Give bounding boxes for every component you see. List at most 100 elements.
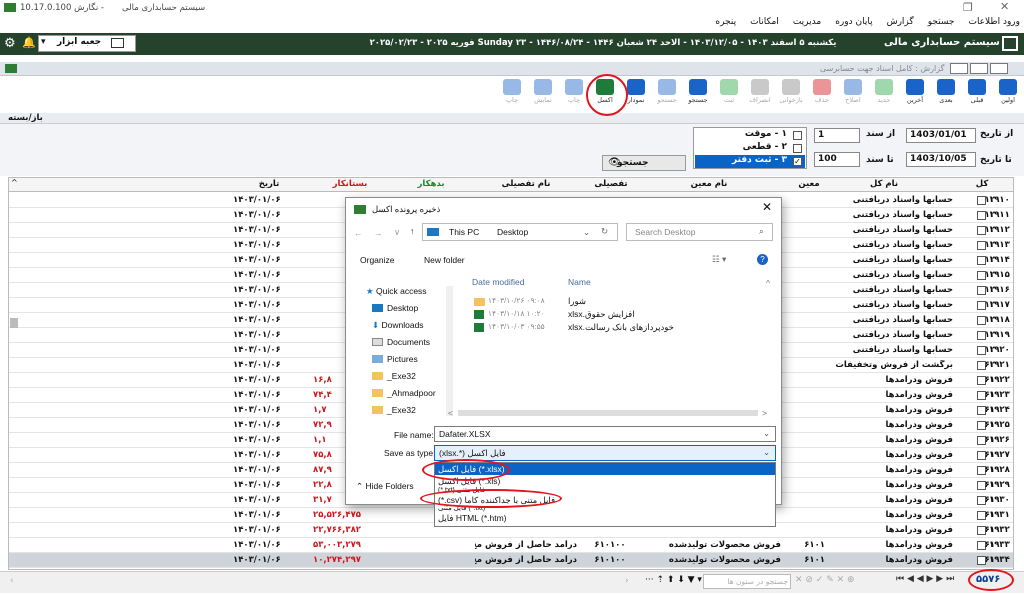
back-icon[interactable]: ← [354, 228, 363, 238]
close-icon[interactable]: ✕ [1000, 0, 1009, 13]
scroll-right-icon[interactable]: › [625, 576, 629, 586]
header-nam-kol[interactable]: نام کل [829, 179, 939, 189]
h-scroll-right-icon[interactable]: > [762, 408, 767, 418]
checkbox-checked[interactable]: ✓ [793, 157, 802, 166]
scrollbar-thumb[interactable] [10, 318, 18, 328]
help-icon[interactable]: ? [757, 254, 768, 265]
nav-folder[interactable]: _Exe32 [372, 371, 416, 381]
toolbar-button[interactable]: قبلی [962, 78, 992, 110]
minimize-doc-icon[interactable] [950, 63, 968, 74]
dialog-search-box[interactable]: Search Desktop ⌕ [626, 223, 773, 241]
hide-folders-button[interactable]: ⌃ Hide Folders [356, 481, 414, 492]
notification-icon[interactable]: 🔔 [22, 36, 36, 49]
organize-button[interactable]: Organize [360, 255, 395, 265]
header-tafsili[interactable]: تفصیلی [581, 179, 641, 189]
settings-icon[interactable]: ⚙ [4, 36, 16, 51]
header-nam-moein[interactable]: نام معین [639, 179, 779, 189]
section-bar[interactable]: باز/بسته [0, 113, 1024, 124]
toolbar-button[interactable]: بعدی [931, 78, 961, 110]
filename-input[interactable]: Dafater.XLSX ⌄ [434, 426, 776, 442]
table-row[interactable]: ۱۹۳۳ ۶۱ فروش ودرآمدها ۶۱۰۱ فروش محصولات تولی… [9, 538, 1013, 553]
nav-downloads[interactable]: ⬇ Downloads [372, 320, 424, 331]
path-pc[interactable]: This PC [449, 227, 479, 237]
grid-menu-icon[interactable] [1002, 36, 1018, 51]
nav-arrows-icon[interactable]: ··· ⇡ ⬆ ⬇ ▼ ▾ [645, 575, 702, 585]
path-desktop[interactable]: Desktop [497, 227, 528, 237]
list-scroll-up-icon[interactable]: ^ [766, 278, 770, 288]
menu-item[interactable]: ورود اطلاعات [968, 17, 1020, 27]
menu-item[interactable]: گزارش [887, 17, 914, 27]
dialog-search-input[interactable]: Search Desktop [635, 227, 695, 237]
nav-folder[interactable]: _Ahmadpoor [372, 388, 436, 398]
from-date-input[interactable]: 1403/01/01 [906, 128, 976, 143]
column-name[interactable]: Name [568, 277, 591, 287]
file-item[interactable]: ۱۴۰۳/۱۰/۱۸ ۱۰:۲۰ افزایش حقوق.xlsx [468, 309, 768, 321]
nav-quick-access[interactable]: ★ Quick access [366, 286, 427, 297]
status-list[interactable]: ۱ - موقت ۲ - قطعی ۳ - ثبت دفتر ✓ [693, 127, 807, 169]
dialog-close-icon[interactable]: ✕ [762, 200, 772, 214]
menu-item[interactable]: امکانات [750, 17, 779, 27]
restore-icon[interactable]: ❐ [963, 1, 973, 14]
view-options-icon[interactable]: ☷ ▾ [712, 254, 726, 265]
section-toggle[interactable]: باز/بسته [8, 113, 43, 123]
menu-item[interactable]: پایان دوره [835, 17, 872, 27]
restore-doc-icon[interactable] [970, 63, 988, 74]
scroll-left-icon[interactable]: ‹ [10, 576, 14, 586]
grid-action-icons[interactable]: ✕ ⊘ ✓ ✎ ✕ ⊕ [795, 575, 855, 585]
header-credit[interactable]: بستانکار [309, 179, 391, 189]
toolbar-button[interactable]: اصلاح [838, 78, 868, 110]
nav-scrollbar[interactable] [446, 286, 453, 416]
toolbox-button[interactable]: ▾ جعبه ابزار [38, 35, 136, 52]
file-item[interactable]: ۱۴۰۳/۱۰/۰۳ ۰۹:۵۵ خودپردازهای بانک رسالت.x… [468, 322, 768, 334]
path-dropdown-icon[interactable]: ⌄ [583, 227, 590, 238]
menu-item[interactable]: جستجو [928, 17, 955, 27]
search-button[interactable]: 👁 جستجو [602, 155, 686, 171]
savetype-dropdown-icon[interactable]: ⌄ [763, 447, 770, 458]
status-option-1[interactable]: ۱ - موقت [695, 129, 805, 141]
from-doc-input[interactable]: 1 [814, 128, 860, 143]
h-scrollbar[interactable] [458, 410, 758, 416]
header-date[interactable]: تاریخ [229, 179, 309, 189]
column-date-modified[interactable]: Date modified [472, 277, 524, 287]
checkbox[interactable] [793, 131, 802, 140]
toolbar-button[interactable]: انصراف [745, 78, 775, 110]
scroll-up-icon[interactable]: ^ [11, 178, 18, 187]
header-moein[interactable]: معین [789, 179, 829, 189]
nav-folder[interactable]: _Exe32 [372, 405, 416, 415]
nav-documents[interactable]: Documents [372, 337, 430, 347]
toolbar-button[interactable]: حذف [807, 78, 837, 110]
to-doc-input[interactable]: 100 [814, 152, 860, 167]
header-nam-tafsili[interactable]: نام تفصیلی [471, 179, 581, 189]
toolbar-button[interactable]: جستجو [683, 78, 713, 110]
toolbar-button[interactable]: جدید [869, 78, 899, 110]
close-doc-icon[interactable] [990, 63, 1008, 74]
new-folder-button[interactable]: New folder [424, 255, 465, 265]
toolbar-button[interactable]: آخرین [900, 78, 930, 110]
address-bar[interactable]: This PC Desktop ⌄ ↻ [422, 223, 618, 241]
column-search-input[interactable]: جستجو در ستون ها [703, 574, 791, 589]
menu-item[interactable]: مدیریت [793, 17, 821, 27]
toolbar-button[interactable]: جستجو [652, 78, 682, 110]
h-scroll-left-icon[interactable]: < [448, 408, 453, 418]
file-item[interactable]: ۱۴۰۳/۱۰/۲۶ ۰۹:۰۸ شورا [468, 296, 768, 308]
refresh-icon[interactable]: ↻ [601, 226, 608, 237]
toolbar-button[interactable]: اولین [993, 78, 1023, 110]
forward-icon[interactable]: → [374, 228, 383, 238]
table-row[interactable]: ۱۹۳۴ ۶۱ فروش ودرآمدها ۶۱۰۱ فروش محصولات تولی… [9, 553, 1013, 568]
header-debit[interactable]: بدهکار [391, 179, 471, 189]
to-date-input[interactable]: 1403/10/05 [906, 152, 976, 167]
savetype-select[interactable]: فایل اکسل (*.xlsx) ⌄ [434, 445, 776, 461]
toolbar-button[interactable]: چاپ [559, 78, 589, 110]
nav-desktop[interactable]: Desktop [372, 303, 418, 313]
status-option-3[interactable]: ۳ - ثبت دفتر ✓ [695, 155, 805, 168]
toolbar-button[interactable]: بازخوانی [776, 78, 806, 110]
toolbar-button[interactable]: چاپ [497, 78, 527, 110]
checkbox[interactable] [793, 144, 802, 153]
header-kol[interactable]: کل [967, 179, 997, 189]
filename-dropdown-icon[interactable]: ⌄ [763, 428, 770, 439]
savetype-option[interactable]: فایل HTML (*.htm) [435, 512, 775, 524]
menu-item[interactable]: پنجره [715, 17, 736, 27]
pager-icons[interactable]: ⏮ ◀ ◀ ▶ ▶ ⏭ [896, 574, 954, 584]
status-option-2[interactable]: ۲ - قطعی [695, 142, 805, 154]
up-icon[interactable]: ↑ [410, 226, 414, 236]
